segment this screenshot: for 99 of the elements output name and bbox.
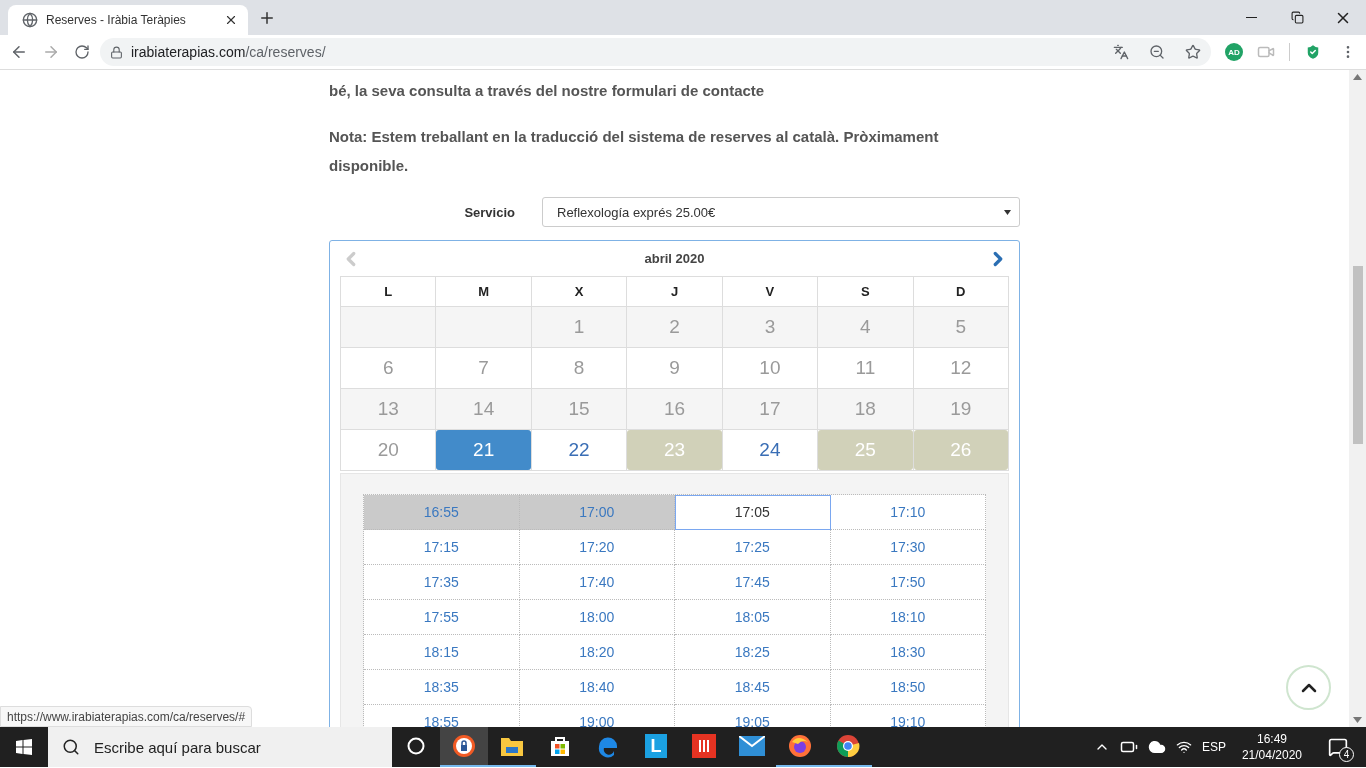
extension-badge[interactable]: AD [1225,43,1243,61]
minimize-icon [1245,17,1257,18]
browser-tab[interactable]: Reserves - Iràbia Teràpies [8,5,248,35]
scroll-down-icon[interactable] [1353,717,1362,723]
notification-button[interactable]: 4 [1318,727,1358,767]
calendar-day: 8 [531,348,627,388]
time-slot[interactable]: 18:05 [675,600,831,635]
translate-icon[interactable] [1113,44,1129,60]
notification-count: 4 [1339,747,1354,762]
time-slot[interactable]: 17:50 [830,565,986,600]
address-field[interactable]: irabiaterapias.com/ca/reserves/ [100,38,1211,66]
note-text: Nota: Estem treballant en la traducció del sistema de reserves al català. Pròximament disponible. [329,127,940,176]
calendar-day[interactable]: 22 [531,430,627,470]
shield-check-icon[interactable] [1304,43,1322,61]
taskbar-search-field[interactable]: Escribe aquí para buscar [48,727,392,767]
calendar-day: 15 [531,389,627,429]
calendar-day: 12 [913,348,1008,388]
calendar-day: 2 [627,307,722,347]
month-title: abril 2020 [644,251,705,266]
time-slot[interactable]: 18:55 [364,705,520,727]
close-icon[interactable] [224,13,238,27]
intro-text: bé, la seva consulta a través del nostre formulari de contacte [329,81,766,101]
flame-globe-icon [788,734,812,758]
service-select[interactable]: Reflexología exprés 25.00€ [542,197,1020,227]
time-slot[interactable]: 17:35 [364,565,520,600]
taskbar-clock[interactable]: 16:49 21/04/2020 [1235,732,1308,762]
calendar-day[interactable]: 21 [436,430,531,470]
cloud-icon[interactable] [1147,738,1166,756]
time-slot[interactable]: 17:45 [675,565,831,600]
scroll-up-icon[interactable] [1353,74,1362,80]
restore-icon [1290,11,1304,24]
calendar-day: 4 [818,307,913,347]
time-slot[interactable]: 17:05 [675,495,831,530]
wifi-icon[interactable] [1175,739,1192,755]
status-link-url: https://www.irabiaterapias.com/ca/reserves/# [0,706,253,727]
calendar-day: 25 [818,430,913,470]
reload-icon [74,44,90,60]
circle-icon [407,737,425,755]
scrollbar[interactable] [1349,70,1366,727]
taskbar-app-button[interactable]: L [632,727,680,767]
calendar-day: 13 [341,389,436,429]
taskbar-app-button[interactable] [440,727,488,767]
calendar-day: 6 [341,348,436,388]
calendar-day: 18 [818,389,913,429]
calendar-day: 3 [722,307,818,347]
calendar-day: 26 [913,430,1008,470]
time-slot[interactable]: 17:30 [830,530,986,565]
time-slot[interactable]: 17:25 [675,530,831,565]
time-slot[interactable]: 18:15 [364,635,520,670]
globe-icon [22,12,38,28]
tab-title: Reserves - Iràbia Teràpies [46,13,187,27]
calendar-day: 9 [627,348,722,388]
lock-icon [110,45,123,59]
shopping-bag-icon [548,734,572,758]
time-slot[interactable]: 18:10 [830,600,986,635]
time-slot[interactable]: 17:55 [364,600,520,635]
time-slot[interactable]: 19:00 [519,705,675,727]
app-tile: L [645,734,667,758]
calendar-day: 10 [722,348,818,388]
time-slot[interactable]: 19:10 [830,705,986,727]
time-slot[interactable]: 17:40 [519,565,675,600]
time-slot[interactable]: 18:45 [675,670,831,705]
language-indicator[interactable]: ESP [1201,740,1226,754]
calendar-day: 16 [627,389,722,429]
search-icon [62,738,80,756]
time-slot[interactable]: 18:50 [830,670,986,705]
caret-icon [1004,209,1011,215]
envelope-icon [739,736,765,756]
time-slot[interactable]: 18:35 [364,670,520,705]
calendar-day: 20 [341,430,436,470]
calendar-day: 17 [722,389,818,429]
time-slot[interactable]: 17:15 [364,530,520,565]
folder-icon [500,735,524,757]
calendar-day: 5 [913,307,1008,347]
ring-logo-icon [836,734,860,758]
time-slot[interactable]: 17:10 [830,495,986,530]
calendar-day: 14 [436,389,531,429]
forward-arrow-icon [42,43,60,61]
time-slot[interactable]: 19:05 [675,705,831,727]
time-slot[interactable]: 18:40 [519,670,675,705]
time-slot[interactable]: 18:20 [519,635,675,670]
time-slot[interactable]: 18:25 [675,635,831,670]
lock-circle-icon [452,734,476,758]
time-slot[interactable]: 17:20 [519,530,675,565]
time-slot[interactable]: 18:00 [519,600,675,635]
star-icon[interactable] [1185,44,1201,60]
calendar-day: 19 [913,389,1008,429]
windows-logo-icon [16,739,32,755]
calendar-day: 7 [436,348,531,388]
zoom-out-icon[interactable] [1149,44,1165,60]
bars-icon [692,734,716,758]
calendar-day: 23 [627,430,722,470]
time-slot[interactable]: 18:30 [830,635,986,670]
calendar-day[interactable]: 24 [722,430,818,470]
calendar-day: 11 [818,348,913,388]
message-icon [1328,737,1348,757]
scrollbar-thumb[interactable] [1352,266,1363,444]
calendar-day: 1 [531,307,627,347]
service-label: Servicio [463,204,516,220]
